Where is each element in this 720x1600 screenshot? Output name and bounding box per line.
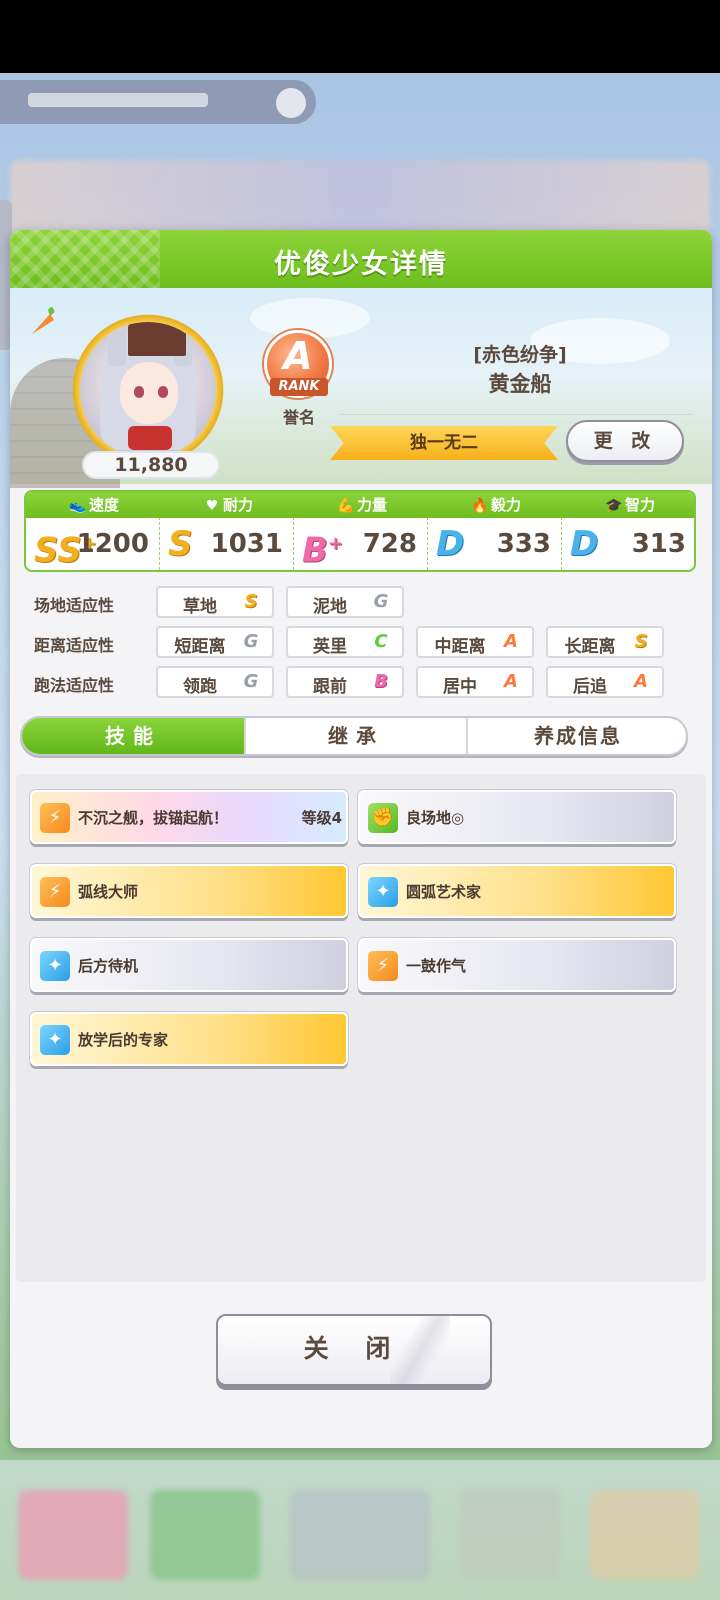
aptitude-turf: 草地 S (156, 586, 274, 618)
aptitude-sprint: 短距离 G (156, 626, 274, 658)
stat-value: 1200 (76, 529, 149, 559)
stat-value: 313 (631, 529, 686, 559)
skill-name: 良场地◎ (406, 809, 465, 827)
sparkle-icon: ✦ (40, 951, 70, 981)
aptitude-end: 后追 A (546, 666, 664, 698)
tab-skills[interactable]: 技能 (22, 718, 244, 754)
tab-training-info[interactable]: 养成信息 (466, 718, 686, 754)
stat-value: 333 (496, 529, 551, 559)
stat-grade: S (168, 524, 193, 564)
tab-inheritance[interactable]: 继承 (244, 718, 466, 754)
skill-name: 不沉之舰，拔锚起航！ (78, 809, 229, 827)
stat-label: 智力 (624, 496, 655, 514)
stat-label: 速度 (88, 496, 119, 514)
aptitude-late: 居中 A (416, 666, 534, 698)
flame-icon: 🔥 (471, 498, 489, 514)
track-aptitude-row: 场地适应性 草地 S 泥地 G (10, 586, 712, 620)
skill-item[interactable]: ✦ 圆弧艺术家 (358, 864, 676, 918)
grad-cap-icon: 🎓 (605, 498, 623, 514)
umamusume-detail-dialog: 优俊少女详情 11,880 A RANK 誉名 [赤色纷争] 黄金船 独一无二 … (10, 230, 712, 1448)
carrot-icon (32, 307, 55, 334)
stat-grade: B+ (302, 530, 344, 571)
stats-panel: 👟 速度 SS+ 1200 ♥ 耐力 S 1031 💪 力量 B+ 728 🔥 毅力 D… (24, 490, 696, 572)
running-icon: ⚡ (368, 951, 398, 981)
detail-tabs: 技能 继承 养成信息 (20, 716, 688, 756)
stat-label: 力量 (356, 496, 387, 514)
skill-item[interactable]: ✦ 后方待机 (30, 938, 348, 992)
skill-item[interactable]: ✦ 放学后的专家 (30, 1012, 348, 1066)
shoe-icon: 👟 (69, 498, 87, 514)
rank-label: RANK (270, 378, 328, 396)
muscle-icon: 💪 (337, 498, 355, 514)
heart-icon: ♥ (205, 498, 219, 514)
stat-label: 毅力 (490, 496, 521, 514)
stat-power: 💪 力量 B+ 728 (294, 492, 428, 570)
status-bar (0, 0, 720, 73)
skill-item[interactable]: ⚡ 不沉之舰，拔锚起航！ 等级4 (30, 790, 348, 844)
epithet-banner: 独一无二 (330, 426, 558, 460)
muscle-icon: ✊ (368, 803, 398, 833)
sparkle-icon: ✦ (40, 1025, 70, 1055)
aptitude-label: 距离适应性 (34, 636, 115, 655)
stat-speed: 👟 速度 SS+ 1200 (26, 492, 160, 570)
stat-label: 耐力 (222, 496, 253, 514)
close-button[interactable]: 关 闭 (216, 1314, 492, 1386)
character-portrait[interactable] (80, 322, 216, 458)
rank-badge: A RANK (264, 330, 332, 398)
aptitude-long: 长距离 S (546, 626, 664, 658)
stat-guts: 🔥 毅力 D 333 (428, 492, 562, 570)
stat-grade: D (570, 524, 599, 564)
running-icon: ⚡ (40, 877, 70, 907)
stat-value: 728 (362, 529, 417, 559)
background-banner (0, 80, 316, 124)
stat-grade: D (436, 524, 465, 564)
skill-item[interactable]: ✊ 良场地◎ (358, 790, 676, 844)
skill-item[interactable]: ⚡ 弧线大师 (30, 864, 348, 918)
background-bottom-nav (0, 1460, 720, 1600)
aptitude-label: 场地适应性 (34, 596, 115, 615)
divider (340, 414, 692, 415)
skill-item[interactable]: ⚡ 一鼓作气 (358, 938, 676, 992)
aptitude-dirt: 泥地 G (286, 586, 404, 618)
skills-panel: ⚡ 不沉之舰，拔锚起航！ 等级4 ✊ 良场地◎ ⚡ 弧线大师 ✦ 圆弧艺术家 ✦… (16, 774, 706, 1282)
skill-level: 等级4 (301, 809, 342, 827)
dialog-title: 优俊少女详情 (274, 249, 448, 280)
skill-name: 圆弧艺术家 (406, 883, 482, 901)
dialog-header: 优俊少女详情 (10, 230, 712, 288)
skill-name: 放学后的专家 (78, 1031, 169, 1049)
aptitude-label: 跑法适应性 (34, 676, 115, 695)
aptitude-pace: 跟前 B (286, 666, 404, 698)
change-epithet-button[interactable]: 更 改 (566, 420, 684, 462)
rank-letter: A (283, 334, 313, 378)
sparkle-icon: ✦ (368, 877, 398, 907)
stat-wisdom: 🎓 智力 D 313 (562, 492, 694, 570)
distance-aptitude-row: 距离适应性 短距离 G 英里 C 中距离 A 长距离 S (10, 626, 712, 660)
fan-count: 11,880 (82, 451, 220, 479)
stat-value: 1031 (210, 529, 283, 559)
character-title: [赤色纷争] (473, 344, 567, 366)
aptitude-front: 领跑 G (156, 666, 274, 698)
stat-stamina: ♥ 耐力 S 1031 (160, 492, 294, 570)
aptitude-mile: 英里 C (286, 626, 404, 658)
character-name: 黄金船 (488, 372, 552, 396)
running-icon: ⚡ (40, 803, 70, 833)
skill-name: 弧线大师 (78, 883, 139, 901)
rank-caption: 誉名 (282, 408, 315, 427)
skill-name: 后方待机 (78, 957, 139, 975)
aptitude-medium: 中距离 A (416, 626, 534, 658)
style-aptitude-row: 跑法适应性 领跑 G 跟前 B 居中 A 后追 A (10, 666, 712, 700)
skill-name: 一鼓作气 (406, 957, 467, 975)
